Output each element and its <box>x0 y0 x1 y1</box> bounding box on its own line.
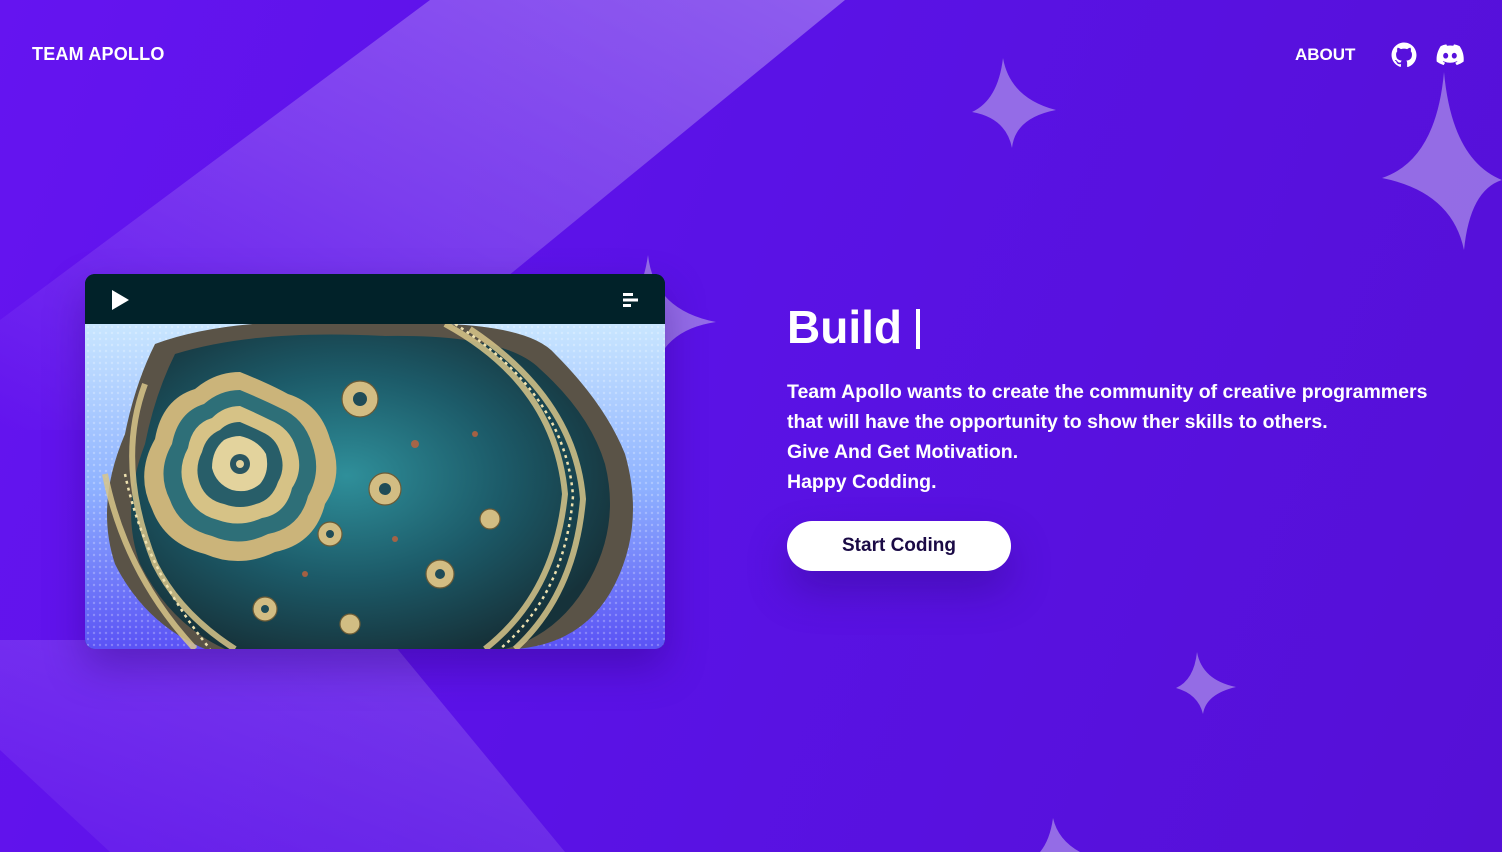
hero-description-line: Team Apollo wants to create the communit… <box>787 381 1428 433</box>
hero-title: Build <box>787 300 920 354</box>
video-toolbar <box>85 274 665 324</box>
discord-icon[interactable] <box>1436 42 1464 68</box>
video-player <box>85 274 665 649</box>
fractal-image <box>85 324 665 649</box>
menu-icon[interactable] <box>621 291 641 309</box>
video-thumbnail[interactable] <box>85 324 665 649</box>
play-icon[interactable] <box>109 289 131 311</box>
discord-icon-glyph <box>1436 44 1464 66</box>
navbar: TEAM APOLLO ABOUT <box>0 0 1502 110</box>
start-coding-button[interactable]: Start Coding <box>787 521 1011 571</box>
github-icon[interactable] <box>1391 42 1417 68</box>
hero-title-text: Build <box>787 301 902 353</box>
hero-description-line: Happy Codding. <box>787 471 937 493</box>
hero-description: Team Apollo wants to create the communit… <box>787 377 1467 497</box>
nav-about-link[interactable]: ABOUT <box>1295 45 1355 65</box>
brand-logo-link[interactable]: TEAM APOLLO <box>32 44 165 65</box>
hero-description-line: Give And Get Motivation. <box>787 441 1019 463</box>
typing-cursor <box>915 309 920 349</box>
github-icon-glyph <box>1391 42 1417 68</box>
